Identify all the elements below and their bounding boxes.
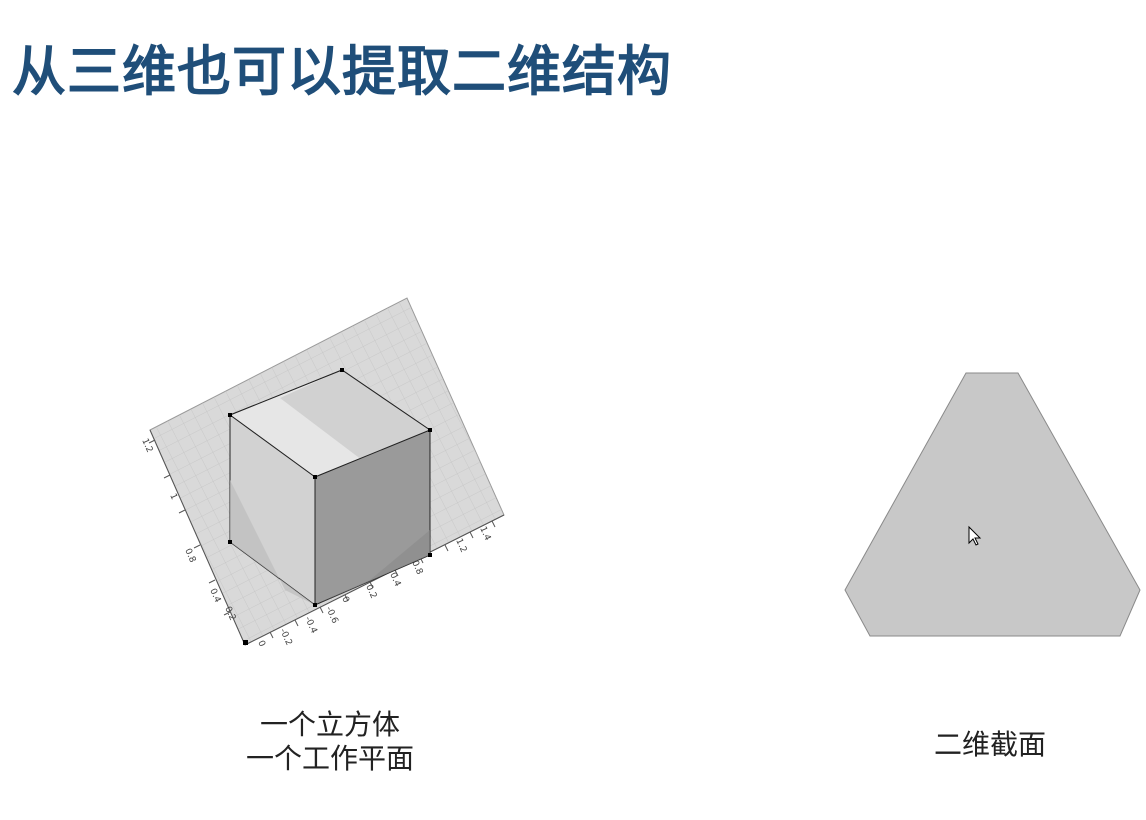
- section-caption: 二维截面: [880, 728, 1100, 762]
- tick-label: 0: [255, 639, 267, 649]
- tick-label: 0.4: [387, 571, 402, 588]
- cube-caption-line2: 一个工作平面: [245, 741, 414, 775]
- cross-section-figure: [844, 372, 1141, 637]
- cube-caption: 一个立方体 一个工作平面: [200, 708, 460, 775]
- tick-label: -0.6: [323, 605, 339, 625]
- section-caption-text: 二维截面: [933, 728, 1046, 761]
- tick-label: 1.4: [477, 525, 492, 542]
- tick-label: -0.4: [302, 615, 318, 635]
- tick-label: -0.2: [277, 627, 293, 647]
- tick-label: 0.2: [363, 583, 378, 600]
- slide-title: 从三维也可以提取二维结构: [12, 40, 672, 103]
- tick-label: 1: [167, 492, 178, 501]
- slide: 从三维也可以提取二维结构 1.2 1 0.8 0.4 0.2 0 -0.2 -0…: [0, 0, 1146, 820]
- tick-label: 1.2: [139, 437, 154, 454]
- cube-with-workplane-figure: 1.2 1 0.8 0.4 0.2 0 -0.2 -0.4 -0.6 1.4 1…: [139, 297, 505, 649]
- tick-label: 0.8: [182, 547, 197, 564]
- cube-caption-line1: 一个立方体: [259, 708, 400, 741]
- tick-label: 1.2: [453, 537, 468, 554]
- cross-section-shape: [844, 372, 1141, 637]
